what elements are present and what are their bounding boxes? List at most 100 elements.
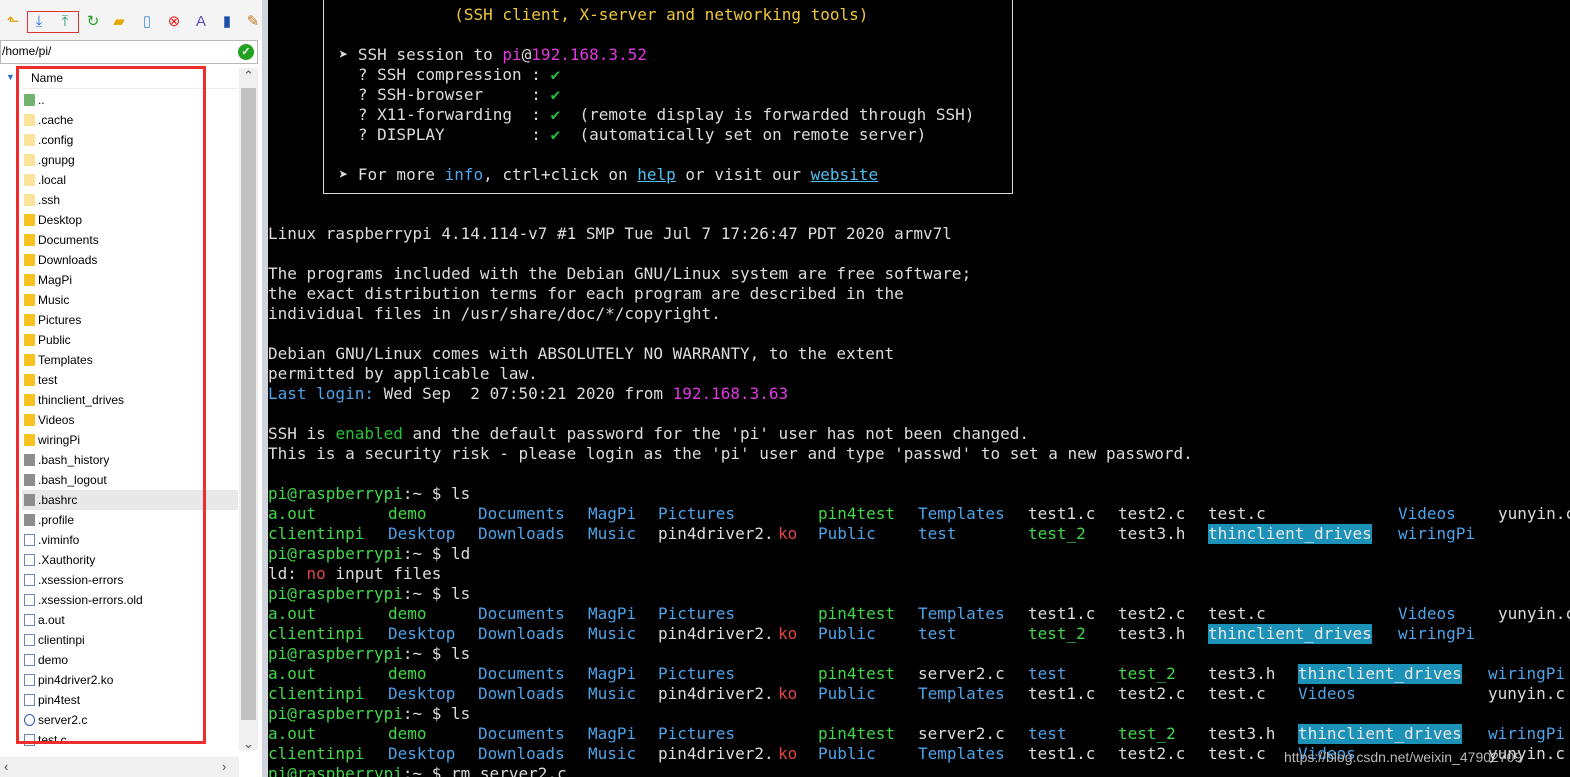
- download-icon[interactable]: ⤓: [30, 10, 48, 32]
- file-list-item[interactable]: .viminfo: [22, 530, 238, 550]
- ls-entry: MagPi: [588, 504, 637, 523]
- terminal-line: ? SSH-browser : ✔: [329, 85, 560, 105]
- ls-entry: Desktop: [388, 744, 456, 763]
- file-list-item[interactable]: demo: [22, 650, 238, 670]
- file-list-item[interactable]: .gnupg: [22, 150, 238, 170]
- terminal-text-segment: (SSH client, X-server and networking too…: [329, 5, 869, 24]
- file-list-item[interactable]: test1.c: [22, 750, 238, 752]
- ls-entry: Documents: [478, 664, 565, 683]
- file-list-item[interactable]: Public: [22, 330, 238, 350]
- column-header-name[interactable]: Name: [22, 68, 238, 89]
- scroll-left-icon[interactable]: ‹: [4, 759, 8, 774]
- ls-entry: Desktop: [388, 624, 456, 643]
- ls-entry: Videos: [1298, 684, 1356, 703]
- parent-folder-icon[interactable]: ⬑: [4, 10, 22, 32]
- file-list-item[interactable]: .config: [22, 130, 238, 150]
- horizontal-scrollbar[interactable]: ‹ ›: [0, 757, 239, 777]
- terminal-line: SSH is enabled and the default password …: [268, 424, 1029, 444]
- file-list-item[interactable]: Documents: [22, 230, 238, 250]
- file-list-item[interactable]: .bash_history: [22, 450, 238, 470]
- ls-entry: test: [918, 524, 957, 543]
- ls-entry: demo: [388, 604, 427, 623]
- terminal-text-segment: Wed Sep 2 07:50:21 2020 from: [373, 384, 673, 403]
- file-name: Videos: [38, 413, 75, 427]
- confirm-path-icon[interactable]: ✓: [238, 44, 254, 60]
- scrollbar-thumb[interactable]: [241, 88, 256, 720]
- file-list-item[interactable]: Videos: [22, 410, 238, 430]
- ls-entry: thinclient_drives: [1208, 624, 1372, 644]
- file-list-item[interactable]: wiringPi: [22, 430, 238, 450]
- ls-entry: yunyin.c: [1498, 604, 1570, 623]
- file-name: .viminfo: [38, 533, 80, 547]
- file-list-item[interactable]: ..: [22, 90, 238, 110]
- ls-entry: thinclient_drives: [1298, 664, 1462, 684]
- new-file-icon[interactable]: ▯: [138, 10, 156, 32]
- file-list-item[interactable]: .Xauthority: [22, 550, 238, 570]
- terminal-text-segment: :~ $ ls: [402, 484, 471, 503]
- scroll-down-icon[interactable]: ⌄: [243, 736, 254, 752]
- ls-entry: test.c: [1208, 684, 1266, 703]
- file-list-item[interactable]: Downloads: [22, 250, 238, 270]
- vertical-scrollbar[interactable]: ⌃ ⌄: [239, 68, 258, 752]
- ls-entry: server2.c: [918, 664, 1005, 683]
- file-list-item[interactable]: Templates: [22, 350, 238, 370]
- file-name: .xsession-errors: [38, 573, 124, 587]
- ls-entry: test1.c: [1028, 604, 1096, 623]
- terminal-text-segment: info: [444, 165, 484, 184]
- terminal-line: the exact distribution terms for each pr…: [268, 284, 904, 304]
- terminal[interactable]: (SSH client, X-server and networking too…: [268, 0, 1570, 777]
- terminal-text-segment[interactable]: website: [811, 165, 878, 184]
- terminal-line: ? SSH compression : ✔: [329, 65, 560, 85]
- file-list-item[interactable]: .xsession-errors: [22, 570, 238, 590]
- folder-icon: [24, 194, 35, 206]
- upload-icon[interactable]: ⤒: [56, 10, 74, 32]
- file-list-item[interactable]: thinclient_drives: [22, 390, 238, 410]
- ls-entry: test3.h: [1208, 724, 1276, 743]
- file-list-item[interactable]: .local: [22, 170, 238, 190]
- file-list-item[interactable]: Music: [22, 290, 238, 310]
- terminal-text-segment: enabled: [335, 424, 403, 443]
- ls-entry: ko: [778, 684, 798, 703]
- file-list-item[interactable]: Desktop: [22, 210, 238, 230]
- file-name: .bash_history: [38, 453, 110, 467]
- path-input[interactable]: /home/pi/ ✓: [0, 40, 258, 64]
- sftp-toolbar: ⬑ ⤓ ⤒ ↻ ▰ ▯ ⊗ A ▮ ✎: [0, 0, 262, 40]
- file-list-item[interactable]: server2.c: [22, 710, 238, 730]
- delete-icon[interactable]: ⊗: [165, 10, 183, 32]
- scroll-right-icon[interactable]: ›: [222, 759, 226, 774]
- ls-entry: test1.c: [1028, 504, 1096, 523]
- file-list-item[interactable]: .xsession-errors.old: [22, 590, 238, 610]
- file-list-item[interactable]: .bash_logout: [22, 470, 238, 490]
- file-list-item[interactable]: test.c: [22, 730, 238, 750]
- scroll-up-icon[interactable]: ⌃: [243, 68, 254, 84]
- file-name: .bashrc: [38, 493, 78, 507]
- ls-entry: test1.c: [1028, 684, 1096, 703]
- new-folder-icon[interactable]: ▰: [110, 10, 128, 32]
- file-name: Music: [38, 293, 70, 307]
- file-list-item[interactable]: Pictures: [22, 310, 238, 330]
- file-name: .local: [38, 173, 67, 187]
- file-list-item[interactable]: a.out: [22, 610, 238, 630]
- file-list-item[interactable]: test: [22, 370, 238, 390]
- rename-icon[interactable]: A: [192, 10, 210, 32]
- expand-arrow-icon[interactable]: ▼: [6, 72, 15, 82]
- file-list-item[interactable]: pin4test: [22, 690, 238, 710]
- ls-entry: thinclient_drives: [1208, 524, 1372, 544]
- terminal-line: pi@raspberrypi:~ $ rm server2.c: [268, 764, 567, 777]
- file-list-item[interactable]: MagPi: [22, 270, 238, 290]
- properties-icon[interactable]: ▮: [218, 10, 236, 32]
- terminal-text-segment: individual files in /usr/share/doc/*/cop…: [268, 304, 721, 323]
- terminal-line: ? DISPLAY : ✔ (automatically set on remo…: [329, 125, 926, 145]
- file-list-item[interactable]: .cache: [22, 110, 238, 130]
- file-list-item[interactable]: .ssh: [22, 190, 238, 210]
- edit-icon[interactable]: ✎: [244, 10, 262, 32]
- terminal-line: permitted by applicable law.: [268, 364, 538, 384]
- file-list-item[interactable]: .profile: [22, 510, 238, 530]
- ls-entry: pin4driver2.: [658, 524, 774, 543]
- terminal-text-segment[interactable]: help: [637, 165, 676, 184]
- file-name: ..: [38, 93, 45, 107]
- file-list-item[interactable]: .bashrc: [22, 490, 238, 510]
- refresh-icon[interactable]: ↻: [84, 10, 102, 32]
- file-list-item[interactable]: clientinpi: [22, 630, 238, 650]
- file-list-item[interactable]: pin4driver2.ko: [22, 670, 238, 690]
